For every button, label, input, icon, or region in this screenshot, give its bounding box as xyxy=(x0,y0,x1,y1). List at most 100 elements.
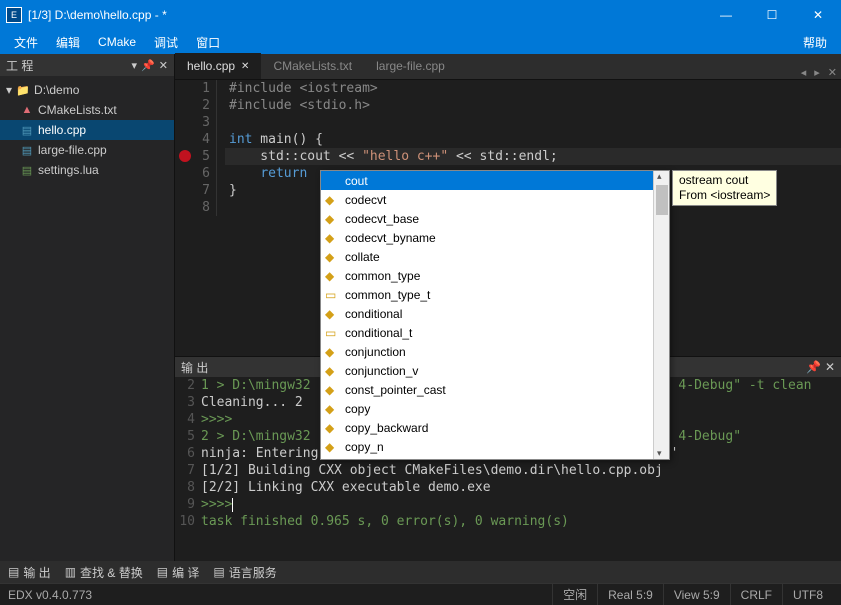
tree-item-hello[interactable]: ▤ hello.cpp xyxy=(0,120,174,140)
completion-icon xyxy=(325,326,339,340)
bottom-toolbar: ▤输 出 ▥查找 & 替换 ▤编 译 ▤语言服务 xyxy=(0,561,841,583)
tree-item-largefile[interactable]: ▤ large-file.cpp xyxy=(0,140,174,160)
close-button[interactable]: ✕ xyxy=(795,0,841,30)
completion-label: common_type_t xyxy=(345,288,430,302)
tab-label: hello.cpp xyxy=(187,59,235,73)
tab-next-icon[interactable]: ▸ xyxy=(810,66,824,79)
tree-item-settings[interactable]: ▤ settings.lua xyxy=(0,160,174,180)
tab-cmakelists[interactable]: CMakeLists.txt xyxy=(261,53,364,79)
completion-label: conjunction_v xyxy=(345,364,418,378)
tree-item-label: CMakeLists.txt xyxy=(38,103,117,117)
tab-largefile[interactable]: large-file.cpp xyxy=(364,53,457,79)
tree-root[interactable]: ▾ 📁 D:\demo xyxy=(0,80,174,100)
completion-icon xyxy=(325,421,339,435)
completion-icon xyxy=(325,231,339,245)
file-icon: ▤ xyxy=(20,143,34,157)
file-icon: ▤ xyxy=(20,123,34,137)
menu-cmake[interactable]: CMake xyxy=(90,33,144,51)
app-icon: E xyxy=(6,7,22,23)
compile-icon: ▤ xyxy=(157,565,168,579)
menu-edit[interactable]: 编辑 xyxy=(48,32,88,53)
autocomplete-item[interactable]: codecvt_byname xyxy=(321,228,653,247)
completion-label: copy_n xyxy=(345,440,384,454)
status-bar: EDX v0.4.0.773 空闲 Real 5:9 View 5:9 CRLF… xyxy=(0,583,841,605)
completion-label: cout xyxy=(345,174,368,188)
completion-label: codecvt_byname xyxy=(345,231,436,245)
chevron-down-icon: ▾ xyxy=(6,83,12,97)
menu-debug[interactable]: 调试 xyxy=(146,32,186,53)
bottom-search[interactable]: ▥查找 & 替换 xyxy=(65,564,143,581)
output-line: [1/2] Building CXX object CMakeFiles\dem… xyxy=(201,462,841,479)
autocomplete-item[interactable]: const_pointer_cast xyxy=(321,380,653,399)
tab-label: CMakeLists.txt xyxy=(273,59,352,73)
lang-icon: ▤ xyxy=(213,565,224,579)
completion-label: codecvt xyxy=(345,193,386,207)
autocomplete-item[interactable]: codecvt xyxy=(321,190,653,209)
completion-icon xyxy=(325,345,339,359)
status-encoding[interactable]: UTF8 xyxy=(782,584,833,605)
output-title: 输 出 xyxy=(181,359,208,376)
bottom-output[interactable]: ▤输 出 xyxy=(8,564,51,581)
autocomplete-item[interactable]: conjunction xyxy=(321,342,653,361)
tree-item-label: hello.cpp xyxy=(38,123,86,137)
project-tree: ▾ 📁 D:\demo ▲ CMakeLists.txt ▤ hello.cpp… xyxy=(0,76,174,184)
tree-root-label: D:\demo xyxy=(34,83,79,97)
autocomplete-item[interactable]: codecvt_base xyxy=(321,209,653,228)
autocomplete-item[interactable]: copy_n xyxy=(321,437,653,456)
project-sidebar: 工 程 ▾ 📌 ✕ ▾ 📁 D:\demo ▲ CMakeLists.txt ▤… xyxy=(0,54,175,561)
completion-label: copy xyxy=(345,402,370,416)
autocomplete-item[interactable]: copy_backward xyxy=(321,418,653,437)
autocomplete-scrollbar[interactable] xyxy=(653,171,669,459)
sidebar-close-icon[interactable]: ✕ xyxy=(159,59,168,72)
tab-overflow-close-icon[interactable]: ✕ xyxy=(824,66,841,79)
completion-label: conditional_t xyxy=(345,326,412,340)
autocomplete-item[interactable]: cout xyxy=(321,171,653,190)
file-icon: ▲ xyxy=(20,103,34,117)
status-real-pos: Real 5:9 xyxy=(597,584,663,605)
tab-prev-icon[interactable]: ◂ xyxy=(797,66,811,79)
completion-label: conditional xyxy=(345,307,402,321)
menu-window[interactable]: 窗口 xyxy=(188,32,228,53)
autocomplete-item[interactable]: common_type xyxy=(321,266,653,285)
folder-icon: 📁 xyxy=(16,83,30,97)
pin-icon[interactable]: 📌 xyxy=(806,360,821,374)
autocomplete-item[interactable]: common_type_t xyxy=(321,285,653,304)
bottom-lang[interactable]: ▤语言服务 xyxy=(213,564,276,581)
menu-file[interactable]: 文件 xyxy=(6,32,46,53)
tab-close-icon[interactable]: ✕ xyxy=(241,61,249,72)
output-gutter: 2345678910 xyxy=(175,377,201,561)
output-line: [2/2] Linking CXX executable demo.exe xyxy=(201,479,841,496)
completion-label: const_pointer_cast xyxy=(345,383,446,397)
completion-label: conjunction xyxy=(345,345,406,359)
hint-line: From <iostream> xyxy=(679,188,770,203)
output-close-icon[interactable]: ✕ xyxy=(825,360,835,374)
breakpoint-marker[interactable] xyxy=(179,150,191,162)
autocomplete-item[interactable]: collate xyxy=(321,247,653,266)
file-icon: ▤ xyxy=(20,163,34,177)
minimize-button[interactable]: — xyxy=(703,0,749,30)
dropdown-icon[interactable]: ▾ xyxy=(132,59,138,72)
status-view-pos: View 5:9 xyxy=(663,584,730,605)
search-icon: ▥ xyxy=(65,565,76,579)
maximize-button[interactable]: ☐ xyxy=(749,0,795,30)
pin-icon[interactable]: 📌 xyxy=(141,59,155,72)
completion-icon xyxy=(325,440,339,454)
completion-label: codecvt_base xyxy=(345,212,419,226)
autocomplete-item[interactable]: copy xyxy=(321,399,653,418)
bottom-compile[interactable]: ▤编 译 xyxy=(157,564,200,581)
status-idle: 空闲 xyxy=(552,584,597,605)
output-line: task finished 0.965 s, 0 error(s), 0 war… xyxy=(201,513,841,530)
status-eol[interactable]: CRLF xyxy=(730,584,782,605)
completion-icon xyxy=(325,383,339,397)
autocomplete-item[interactable]: conjunction_v xyxy=(321,361,653,380)
tab-hello[interactable]: hello.cpp ✕ xyxy=(175,53,261,79)
tree-item-label: settings.lua xyxy=(38,163,99,177)
autocomplete-item[interactable]: conditional_t xyxy=(321,323,653,342)
hint-line: ostream cout xyxy=(679,173,770,188)
autocomplete-popup[interactable]: cout codecvt codecvt_base codecvt_bynamecol… xyxy=(320,170,670,460)
autocomplete-item[interactable]: conditional xyxy=(321,304,653,323)
tree-item-cmakelists[interactable]: ▲ CMakeLists.txt xyxy=(0,100,174,120)
breakpoint-gutter[interactable] xyxy=(175,80,195,356)
menu-help[interactable]: 帮助 xyxy=(795,32,835,53)
completion-icon xyxy=(325,364,339,378)
